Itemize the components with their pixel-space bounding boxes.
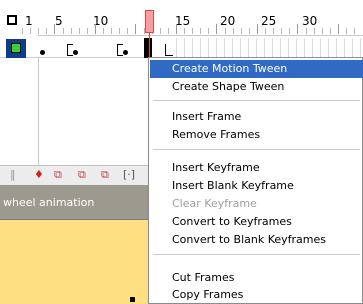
ruler-tick: [354, 28, 355, 34]
scene-title: wheel animation: [3, 196, 95, 209]
menu-item-create-shape-tween[interactable]: Create Shape Tween: [150, 78, 363, 96]
modify-onion-markers-icon[interactable]: [·]: [123, 168, 135, 181]
layer-outline-color-icon[interactable]: [11, 43, 21, 53]
menu-item-label: Remove Frames: [172, 128, 261, 141]
menu-separator: [153, 254, 360, 255]
ruler-number: 20: [220, 14, 236, 28]
menu-item-insert-blank-keyframe[interactable]: Insert Blank Keyframe: [150, 177, 363, 195]
ruler-tick: [322, 28, 323, 34]
menu-item-insert-keyframe[interactable]: Insert Keyframe: [150, 159, 363, 177]
timeline-divider: [38, 58, 39, 165]
onion-skin-outlines-icon[interactable]: ⧉: [78, 168, 86, 182]
ruler-tick: [184, 28, 185, 34]
ruler-tick: [297, 24, 298, 34]
ruler-tick: [38, 28, 39, 34]
ruler-tick: [54, 24, 55, 34]
ruler-number: 30: [302, 14, 318, 28]
ruler-tick: [46, 28, 47, 34]
ruler-tick: [63, 28, 64, 34]
ruler-number: 15: [175, 14, 191, 28]
ruler-tick: [257, 24, 258, 34]
frame-span-end[interactable]: [117, 44, 123, 56]
menu-item-clear-keyframe: Clear Keyframe: [150, 195, 363, 213]
ruler-tick: [314, 28, 315, 34]
menu-item-label: Create Shape Tween: [172, 80, 285, 93]
resize-handle-icon[interactable]: ‖: [10, 168, 16, 181]
keyframe-dot[interactable]: [40, 50, 45, 55]
menu-item-remove-frames[interactable]: Remove Frames: [150, 126, 363, 144]
ruler-tick: [192, 28, 193, 34]
playhead[interactable]: [145, 10, 154, 33]
menu-item-copy-frames[interactable]: Copy Frames: [150, 286, 363, 304]
menu-separator: [153, 149, 360, 150]
selection-handle[interactable]: [130, 297, 135, 302]
ruler-tick: [273, 28, 274, 34]
ruler-tick: [208, 28, 209, 34]
ruler-tick: [127, 28, 128, 34]
menu-item-label: Insert Blank Keyframe: [172, 179, 294, 192]
ruler-tick: [71, 28, 72, 34]
menu-item-label: Insert Keyframe: [172, 161, 260, 174]
ruler-number: 5: [55, 14, 63, 28]
ruler-tick: [176, 24, 177, 34]
ruler-tick: [168, 28, 169, 34]
menu-item-label: Clear Keyframe: [172, 197, 257, 210]
keyframe-dot[interactable]: [73, 50, 78, 55]
ruler-tick: [119, 28, 120, 34]
selected-frame[interactable]: [144, 38, 152, 58]
ruler-tick: [87, 28, 88, 34]
ruler-number: 25: [261, 14, 277, 28]
ruler-tick: [306, 28, 307, 34]
menu-item-label: Copy Frames: [172, 288, 244, 301]
ruler-tick: [233, 28, 234, 34]
ruler-tick: [338, 24, 339, 34]
ruler-tick: [111, 28, 112, 34]
empty-frame-cells[interactable]: [176, 38, 363, 58]
ruler-tick: [160, 28, 161, 34]
ruler-tick: [225, 28, 226, 34]
ruler-tick: [249, 28, 250, 34]
center-frame-icon[interactable]: ♦: [34, 168, 44, 181]
menu-separator: [153, 100, 360, 101]
ruler-tick: [79, 28, 80, 34]
ruler-tick: [30, 28, 31, 34]
menu-item-label: Cut Frames: [172, 271, 235, 284]
menu-item-convert-to-blank-keyframes[interactable]: Convert to Blank Keyframes: [150, 231, 363, 249]
ruler-tick: [103, 28, 104, 34]
ruler-tick: [241, 28, 242, 34]
frame-span-end[interactable]: [165, 44, 173, 56]
menu-item-label: Convert to Blank Keyframes: [172, 233, 327, 246]
ruler-tick: [200, 28, 201, 34]
frame-span-end[interactable]: [67, 44, 73, 56]
menu-item-label: Insert Frame: [172, 110, 242, 123]
menu-item-convert-to-keyframes[interactable]: Convert to Keyframes: [150, 213, 363, 231]
menu-item-label: Convert to Keyframes: [172, 215, 292, 228]
ruler-tick: [281, 28, 282, 34]
menu-item-cut-frames[interactable]: Cut Frames: [150, 269, 363, 287]
edit-multiple-frames-icon[interactable]: ⧉: [101, 168, 109, 182]
ruler-tick: [289, 28, 290, 34]
ruler-tick: [330, 28, 331, 34]
ruler-tick: [95, 24, 96, 34]
onion-skin-icon[interactable]: ⧉: [54, 168, 62, 182]
ruler-number: 1: [25, 14, 33, 28]
keyframe-dot[interactable]: [123, 50, 128, 55]
menu-item-insert-frame[interactable]: Insert Frame: [150, 108, 363, 126]
menu-item-label: Create Motion Tween: [172, 62, 288, 75]
ruler-tick: [216, 24, 217, 34]
ruler-tick: [265, 28, 266, 34]
outline-toggle-icon[interactable]: [7, 15, 17, 25]
ruler-tick: [346, 28, 347, 34]
ruler-tick: [135, 24, 136, 34]
ruler-tick: [22, 28, 23, 34]
menu-item-create-motion-tween[interactable]: Create Motion Tween: [150, 60, 363, 78]
context-menu: Create Motion Tween Create Shape Tween I…: [148, 57, 363, 304]
